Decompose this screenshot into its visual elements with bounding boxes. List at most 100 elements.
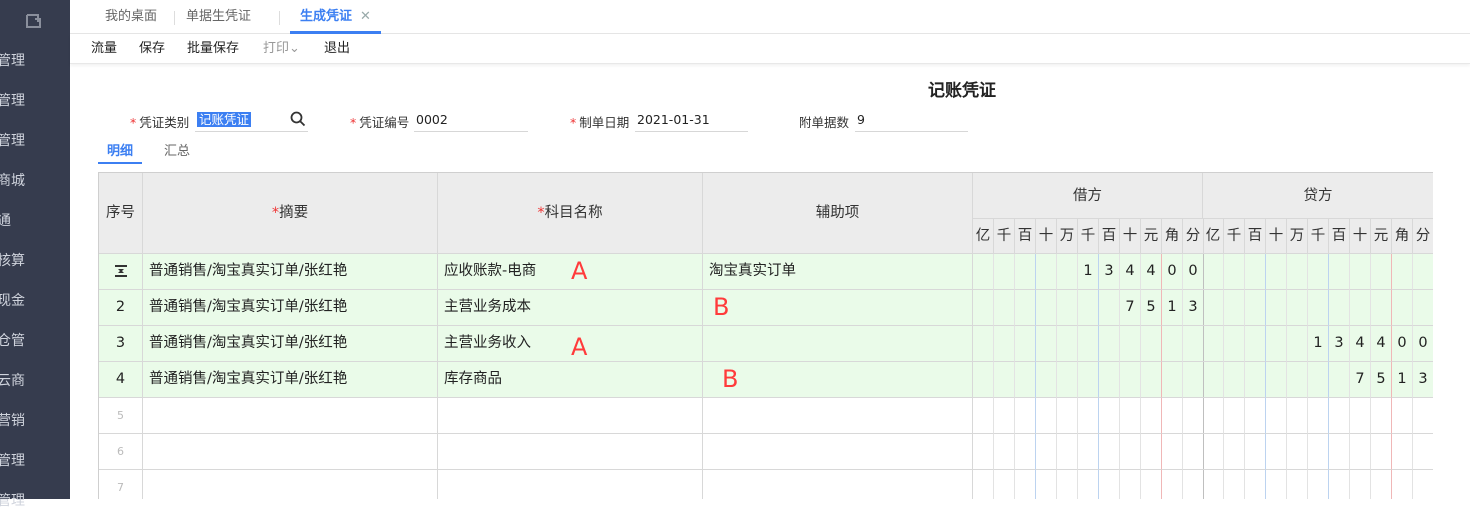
credit-digit-cell[interactable] [1203,470,1224,499]
credit-digit-cell[interactable] [1371,398,1392,434]
debit-digit-cell[interactable] [1162,326,1183,362]
account-cell[interactable] [438,434,703,470]
aux-cell[interactable]: 淘宝真实订单 [703,254,973,290]
credit-digit-cell[interactable] [1287,470,1308,499]
app-logo-icon[interactable] [24,10,44,30]
credit-digit-cell[interactable] [1203,362,1224,398]
debit-digit-cell[interactable] [973,434,994,470]
debit-digit-cell[interactable] [1078,290,1099,326]
credit-digit-cell[interactable] [1350,434,1371,470]
debit-digit-cell[interactable] [1015,470,1036,499]
debit-digit-cell[interactable] [1099,326,1120,362]
credit-digit-cell[interactable] [1308,470,1329,499]
credit-digit-cell[interactable] [1266,326,1287,362]
credit-digit-cell[interactable] [1224,398,1245,434]
voucher-type-input[interactable]: 记账凭证 [195,110,308,132]
credit-digit-cell[interactable] [1329,254,1350,290]
credit-digit-cell[interactable] [1308,398,1329,434]
summary-cell[interactable]: 普通销售/淘宝真实订单/张红艳 [143,254,438,290]
summary-cell[interactable]: 普通销售/淘宝真实订单/张红艳 [143,326,438,362]
debit-digit-cell[interactable] [973,398,994,434]
credit-digit-cell[interactable] [1308,254,1329,290]
debit-digit-cell[interactable] [1183,326,1204,362]
debit-digit-cell[interactable] [973,362,994,398]
credit-digit-cell[interactable] [1245,254,1266,290]
credit-digit-cell[interactable] [1203,326,1224,362]
sidebar-item-6[interactable]: 核算 [0,241,70,281]
debit-digit-cell[interactable] [1120,362,1141,398]
exit-button[interactable]: 退出 [324,34,350,63]
row-seq-cell[interactable]: 5 [99,398,143,434]
credit-digit-cell[interactable] [1203,290,1224,326]
credit-digit-cell[interactable] [1392,254,1413,290]
debit-digit-cell[interactable] [994,434,1015,470]
credit-digit-cell[interactable] [1287,398,1308,434]
credit-digit-cell[interactable] [1224,470,1245,499]
search-icon[interactable] [290,111,306,127]
debit-digit-cell[interactable] [1036,362,1057,398]
debit-digit-cell[interactable] [973,326,994,362]
debit-digit-cell[interactable] [1078,470,1099,499]
debit-digit-cell[interactable] [1183,362,1204,398]
tab-detail[interactable]: 明细 [98,140,142,164]
close-icon[interactable]: ✕ [360,9,371,24]
credit-digit-cell[interactable] [1203,398,1224,434]
credit-digit-cell[interactable] [1245,470,1266,499]
debit-digit-cell[interactable] [1057,470,1078,499]
debit-digit-cell[interactable] [1036,254,1057,290]
voucher-number-input[interactable]: 0002 [414,110,528,132]
debit-digit-cell[interactable] [1183,434,1204,470]
aux-cell[interactable] [703,290,973,326]
credit-digit-cell[interactable] [1287,290,1308,326]
batch-save-button[interactable]: 批量保存 [187,34,239,63]
credit-digit-cell[interactable] [1203,434,1224,470]
credit-digit-cell[interactable] [1392,470,1413,499]
credit-digit-cell[interactable] [1308,362,1329,398]
row-seq-cell[interactable] [99,254,143,290]
debit-digit-cell[interactable] [973,470,994,499]
voucher-date-input[interactable]: 2021-01-31 [635,110,748,132]
debit-digit-cell[interactable] [1015,326,1036,362]
debit-digit-cell[interactable] [1099,290,1120,326]
sidebar-item-10[interactable]: 营销 [0,401,70,441]
credit-digit-cell[interactable] [1329,470,1350,499]
credit-digit-cell[interactable] [1224,362,1245,398]
debit-digit-cell[interactable] [1057,434,1078,470]
credit-digit-cell[interactable] [1308,434,1329,470]
credit-digit-cell[interactable] [1371,290,1392,326]
credit-digit-cell[interactable] [1308,290,1329,326]
credit-digit-cell[interactable] [1224,254,1245,290]
credit-digit-cell[interactable] [1266,254,1287,290]
row-seq-cell[interactable]: 6 [99,434,143,470]
sidebar-item-7[interactable]: 现金 [0,281,70,321]
debit-digit-cell[interactable] [1141,398,1162,434]
tab-document-to-voucher[interactable]: 单据生凭证 [186,0,251,34]
debit-digit-cell[interactable] [1162,398,1183,434]
credit-digit-cell[interactable] [1329,362,1350,398]
debit-digit-cell[interactable] [1120,398,1141,434]
credit-digit-cell[interactable] [1245,326,1266,362]
credit-digit-cell[interactable] [1329,290,1350,326]
debit-digit-cell[interactable] [1078,434,1099,470]
debit-digit-cell[interactable] [1099,362,1120,398]
credit-digit-cell[interactable] [1350,470,1371,499]
debit-digit-cell[interactable] [1036,326,1057,362]
tab-summary[interactable]: 汇总 [164,140,190,164]
debit-digit-cell[interactable] [973,290,994,326]
credit-digit-cell[interactable] [1392,434,1413,470]
debit-digit-cell[interactable] [1036,470,1057,499]
credit-digit-cell[interactable] [1350,398,1371,434]
row-seq-cell[interactable]: 3 [99,326,143,362]
debit-digit-cell[interactable] [994,470,1015,499]
aux-cell[interactable] [703,362,973,398]
sidebar-item-5[interactable]: 通 [0,201,70,241]
debit-digit-cell[interactable] [1099,470,1120,499]
save-button[interactable]: 保存 [139,34,165,63]
debit-digit-cell[interactable] [1120,434,1141,470]
debit-digit-cell[interactable] [1141,470,1162,499]
debit-digit-cell[interactable] [1057,290,1078,326]
aux-cell[interactable] [703,398,973,434]
sidebar-item-11[interactable]: 管理 [0,441,70,481]
debit-digit-cell[interactable] [1015,290,1036,326]
credit-digit-cell[interactable] [1329,434,1350,470]
